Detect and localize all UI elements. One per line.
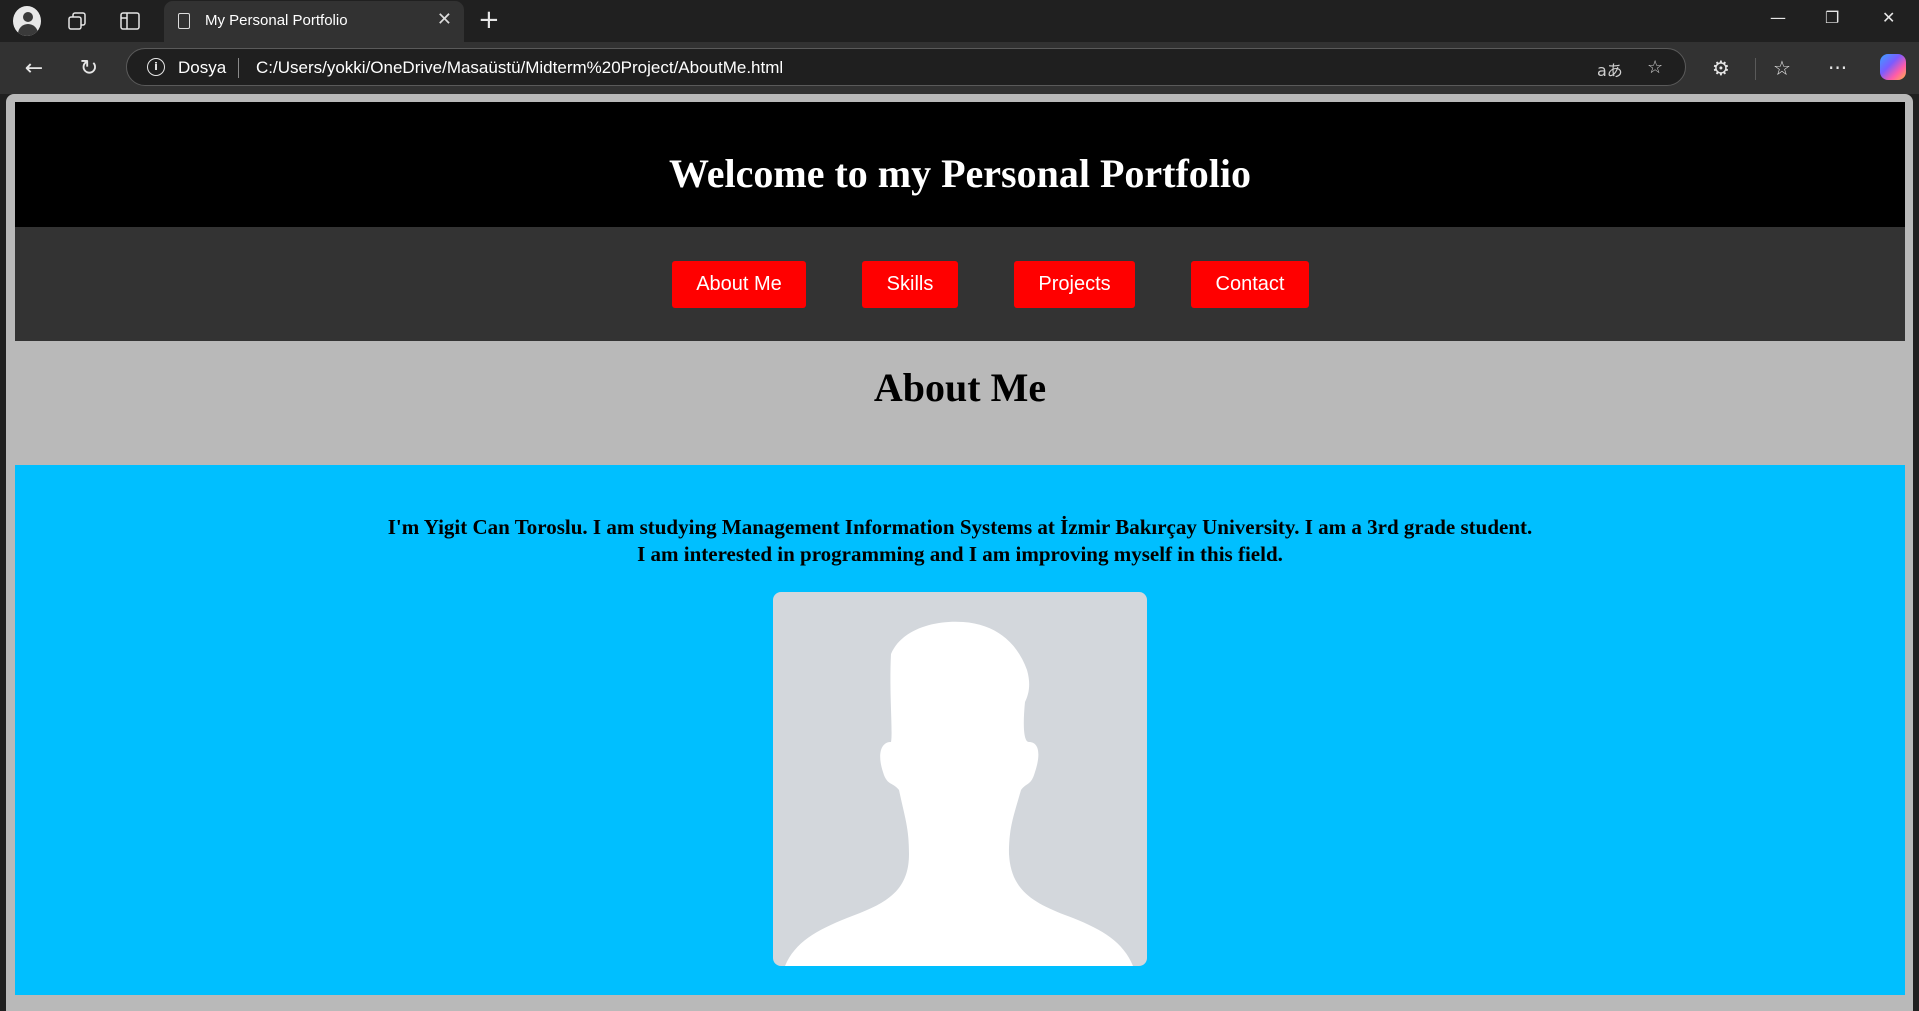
favorite-star-icon[interactable]: ☆ bbox=[1647, 57, 1663, 78]
extensions-icon[interactable]: ⚙ bbox=[1712, 56, 1730, 80]
back-arrow-icon[interactable]: ← bbox=[18, 52, 50, 84]
about-section: I'm Yigit Can Toroslu. I am studying Man… bbox=[15, 465, 1905, 995]
favorites-icon[interactable]: ☆ bbox=[1773, 56, 1791, 80]
new-tab-icon[interactable]: + bbox=[478, 6, 500, 34]
site-header: Welcome to my Personal Portfolio bbox=[15, 102, 1905, 227]
toolbar-separator bbox=[1755, 58, 1756, 80]
address-bar[interactable]: i Dosya C:/Users/yokki/OneDrive/Masaüstü… bbox=[126, 48, 1686, 86]
address-separator bbox=[238, 58, 239, 78]
document-icon bbox=[178, 13, 190, 29]
person-silhouette-icon bbox=[785, 621, 1133, 966]
site-nav: About Me Skills Projects Contact bbox=[15, 227, 1905, 341]
profile-photo bbox=[773, 592, 1147, 966]
about-line-1: I'm Yigit Can Toroslu. I am studying Man… bbox=[387, 515, 1533, 539]
nav-contact-button[interactable]: Contact bbox=[1191, 261, 1309, 308]
minimize-icon[interactable]: — bbox=[1770, 8, 1786, 27]
url-text[interactable]: C:/Users/yokki/OneDrive/Masaüstü/Midterm… bbox=[256, 58, 783, 78]
nav-about-me-button[interactable]: About Me bbox=[672, 261, 806, 308]
more-options-icon[interactable]: ··· bbox=[1828, 56, 1847, 80]
nav-skills-button[interactable]: Skills bbox=[862, 261, 958, 308]
restore-icon[interactable]: ❐ bbox=[1825, 8, 1839, 27]
nav-projects-button[interactable]: Projects bbox=[1014, 261, 1135, 308]
browser-tab-active[interactable]: My Personal Portfolio ✕ bbox=[164, 1, 464, 42]
browser-toolbar: ← ↻ i Dosya C:/Users/yokki/OneDrive/Masa… bbox=[0, 42, 1919, 94]
about-text: I'm Yigit Can Toroslu. I am studying Man… bbox=[15, 465, 1905, 568]
vertical-tabs-icon[interactable] bbox=[116, 7, 144, 35]
tab-title: My Personal Portfolio bbox=[205, 12, 348, 29]
profile-button[interactable] bbox=[13, 6, 41, 36]
refresh-icon[interactable]: ↻ bbox=[73, 52, 105, 84]
close-window-icon[interactable]: ✕ bbox=[1882, 8, 1895, 27]
header-title: Welcome to my Personal Portfolio bbox=[668, 151, 1252, 196]
info-icon[interactable]: i bbox=[147, 58, 165, 76]
workspaces-icon[interactable] bbox=[63, 7, 91, 35]
page-viewport: Welcome to my Personal Portfolio About M… bbox=[6, 94, 1913, 1011]
read-aloud-icon[interactable]: aあ bbox=[1597, 57, 1623, 81]
profile-avatar-icon bbox=[13, 6, 41, 36]
site-info-label[interactable]: Dosya bbox=[178, 58, 226, 78]
section-title: About Me bbox=[873, 365, 1047, 410]
about-line-2: I am interested in programming and I am … bbox=[637, 542, 1283, 566]
browser-tab-bar: My Personal Portfolio ✕ + — ❐ ✕ bbox=[0, 0, 1919, 42]
close-tab-icon[interactable]: ✕ bbox=[437, 9, 452, 30]
copilot-icon[interactable] bbox=[1880, 54, 1906, 80]
